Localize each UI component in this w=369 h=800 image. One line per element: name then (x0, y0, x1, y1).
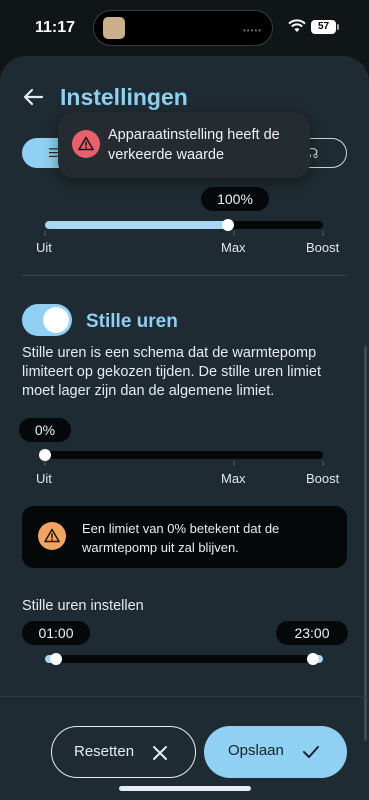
info-message: Een limiet van 0% betekent dat de warmte… (82, 521, 280, 555)
slider-label-min: Uit (36, 471, 52, 486)
save-button-label: Opslaan (228, 742, 284, 759)
slider-label-max: Boost (306, 240, 340, 255)
slider-tick (322, 461, 324, 466)
status-time: 11:17 (35, 19, 76, 36)
footer-divider (0, 696, 369, 697)
slider-tick (322, 231, 324, 236)
limit-slider-fill (45, 221, 229, 229)
quiet-hours-toggle[interactable] (22, 304, 72, 336)
toast-message: Apparaatinstelling heeft de verkeerde wa… (108, 127, 280, 163)
battery-indicator: 57 (311, 20, 336, 34)
page-title: Instellingen (60, 84, 188, 110)
now-playing-thumbnail (103, 17, 125, 39)
scrollbar[interactable] (364, 346, 367, 741)
wifi-icon (288, 19, 306, 32)
island-dots: ••••• (242, 26, 262, 35)
settings-sheet: Instellingen ☰ ☊ Apparaatinstelling heef… (0, 56, 369, 800)
close-icon (153, 746, 167, 760)
slider-tick (233, 461, 235, 466)
quiet-hours-title: Stille uren (86, 311, 178, 332)
limit-slider-track[interactable] (45, 221, 323, 229)
quiet-slider-thumb[interactable] (39, 449, 51, 461)
info-card: Een limiet van 0% betekent dat de warmte… (22, 506, 347, 568)
schedule-range-track[interactable] (45, 655, 323, 663)
battery-tip (337, 24, 339, 30)
slider-label-mid: Max (221, 240, 246, 255)
reset-button[interactable]: Resetten (51, 726, 196, 778)
slider-tick (44, 461, 46, 466)
limit-slider-thumb[interactable] (222, 219, 235, 231)
end-time-pill[interactable]: 23:00 (276, 621, 348, 645)
status-bar: 11:17 ••••• 57 (0, 0, 369, 56)
dynamic-island: ••••• (93, 10, 273, 46)
toggle-knob (43, 307, 69, 333)
save-button[interactable]: Opslaan (204, 726, 347, 778)
limit-value-pill: 100% (201, 187, 269, 211)
home-indicator (119, 786, 251, 791)
slider-label-min: Uit (36, 240, 52, 255)
reset-button-label: Resetten (74, 743, 135, 760)
slider-label-mid: Max (221, 471, 246, 486)
warning-triangle-icon (72, 130, 100, 158)
quiet-limit-value-pill: 0% (19, 418, 71, 442)
schedule-label: Stille uren instellen (22, 598, 144, 614)
error-toast: Apparaatinstelling heeft de verkeerde wa… (58, 112, 310, 178)
quiet-slider-track[interactable] (45, 451, 323, 459)
section-divider (22, 275, 347, 276)
start-time-pill[interactable]: 01:00 (22, 621, 90, 645)
warning-triangle-icon (38, 522, 66, 550)
arrow-left-icon[interactable] (22, 86, 44, 108)
slider-label-max: Boost (306, 471, 340, 486)
quiet-hours-description: Stille uren is een schema dat de warmtep… (22, 345, 321, 399)
slider-tick (233, 231, 235, 236)
start-time-thumb[interactable] (50, 653, 62, 665)
slider-tick (44, 231, 46, 236)
end-time-thumb[interactable] (307, 653, 319, 665)
check-icon (303, 746, 319, 758)
